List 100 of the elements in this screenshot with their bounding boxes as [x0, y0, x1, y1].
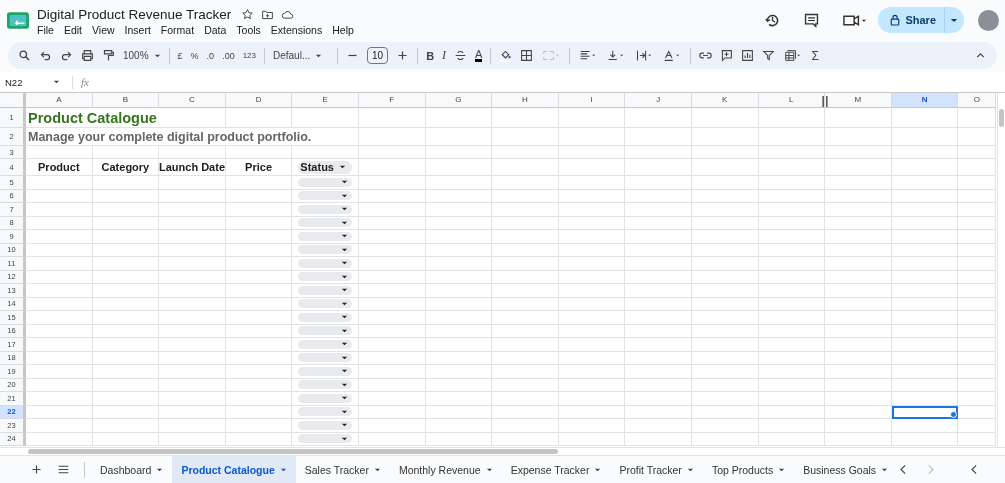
select-all-corner[interactable]	[0, 93, 26, 108]
menu-item[interactable]: Edit	[63, 24, 82, 36]
font-select[interactable]: Defaul...	[273, 50, 329, 61]
grid-cell[interactable]	[758, 216, 826, 230]
grid-cell[interactable]	[425, 405, 493, 419]
grid-cell[interactable]	[225, 243, 293, 257]
grid-cell[interactable]	[625, 108, 692, 128]
grid-cell[interactable]	[159, 243, 226, 257]
grid-cell[interactable]	[825, 176, 892, 190]
grid-cell[interactable]	[758, 297, 826, 311]
grid-cell[interactable]	[625, 392, 692, 406]
grid-cell[interactable]	[225, 351, 293, 365]
grid-cell[interactable]	[159, 189, 226, 203]
grid-cell[interactable]	[558, 270, 626, 284]
status-dropdown-chip[interactable]	[298, 285, 353, 295]
grid-cell[interactable]	[558, 297, 626, 311]
status-dropdown-chip[interactable]	[298, 326, 353, 336]
grid-cell[interactable]	[225, 338, 293, 352]
grid-cell[interactable]	[492, 243, 559, 257]
grid-cell[interactable]	[558, 189, 626, 203]
grid-cell[interactable]	[492, 311, 559, 325]
grid-cell[interactable]	[891, 257, 959, 271]
grid-cell[interactable]	[92, 297, 160, 311]
grid-cell[interactable]	[492, 189, 559, 203]
column-header[interactable]: E	[292, 93, 359, 108]
grid-cell[interactable]	[958, 146, 997, 159]
grid-cell[interactable]	[691, 392, 759, 406]
grid-cell[interactable]	[425, 297, 493, 311]
grid-cell[interactable]	[358, 146, 426, 159]
grid-cell[interactable]	[958, 108, 997, 128]
grid-cell[interactable]	[691, 146, 759, 159]
grid-cell[interactable]	[891, 189, 959, 203]
grid-cell[interactable]	[92, 419, 160, 433]
grid-cell[interactable]	[425, 351, 493, 365]
grid-cell[interactable]	[625, 284, 692, 298]
grid-cell[interactable]	[292, 216, 359, 230]
grid-cell[interactable]	[92, 311, 160, 325]
grid-cell[interactable]	[425, 146, 493, 159]
grid-cell[interactable]	[891, 351, 959, 365]
grid-cell[interactable]	[225, 176, 293, 190]
star-icon[interactable]	[241, 8, 255, 21]
grid-cell[interactable]	[358, 338, 426, 352]
grid-cell[interactable]	[292, 108, 359, 128]
grid-cell[interactable]	[292, 176, 359, 190]
grid-cell[interactable]	[758, 257, 826, 271]
grid-cell[interactable]	[26, 146, 93, 159]
status-dropdown-chip[interactable]	[298, 312, 353, 322]
grid-cell[interactable]	[492, 146, 559, 159]
grid-cell[interactable]	[225, 270, 293, 284]
grid-cell[interactable]	[492, 216, 559, 230]
grid-cell[interactable]	[225, 324, 293, 338]
grid-cell[interactable]	[425, 365, 493, 379]
grid-cell[interactable]	[225, 392, 293, 406]
sheets-logo-icon[interactable]	[7, 11, 29, 29]
grid-cell[interactable]	[292, 311, 359, 325]
search-icon[interactable]	[18, 49, 31, 62]
grid-cell[interactable]	[492, 297, 559, 311]
grid-cell[interactable]	[958, 338, 997, 352]
grid-cell[interactable]	[92, 270, 160, 284]
grid-cell[interactable]	[425, 378, 493, 392]
grid-cell[interactable]	[891, 243, 959, 257]
column-header[interactable]: M	[825, 93, 892, 108]
grid-cell[interactable]	[891, 324, 959, 338]
grid-cell[interactable]	[825, 365, 892, 379]
grid-cell[interactable]	[358, 311, 426, 325]
grid-cell[interactable]	[425, 159, 493, 176]
grid-cell[interactable]	[758, 270, 826, 284]
grid-cell[interactable]	[691, 311, 759, 325]
menu-item[interactable]: Extensions	[270, 24, 323, 36]
grid-cell[interactable]	[758, 324, 826, 338]
grid-cell[interactable]	[159, 432, 226, 446]
grid-cell[interactable]	[92, 203, 160, 217]
grid-cell[interactable]	[26, 284, 93, 298]
sheet-tab[interactable]: Product Catalogue	[172, 456, 296, 483]
grid-cell[interactable]	[625, 365, 692, 379]
grid-cell[interactable]	[958, 378, 997, 392]
grid-cell[interactable]	[625, 378, 692, 392]
grid-cell[interactable]	[691, 128, 759, 146]
grid-cell[interactable]	[958, 257, 997, 271]
grid-cell[interactable]	[26, 297, 93, 311]
grid-cell[interactable]	[358, 392, 426, 406]
menu-item[interactable]: Format	[160, 24, 195, 36]
status-dropdown-chip[interactable]	[298, 339, 353, 349]
user-avatar[interactable]	[978, 9, 999, 31]
comment-icon[interactable]	[803, 11, 821, 29]
grid-cell[interactable]	[159, 203, 226, 217]
paint-format-icon[interactable]	[102, 49, 115, 62]
grid-cell[interactable]	[758, 176, 826, 190]
grid-cell[interactable]	[292, 432, 359, 446]
grid-cell[interactable]	[958, 432, 997, 446]
column-header[interactable]: J	[625, 93, 692, 108]
grid-cell[interactable]	[758, 419, 826, 433]
grid-cell[interactable]	[958, 311, 997, 325]
grid-cell[interactable]	[891, 270, 959, 284]
grid-cell[interactable]	[492, 419, 559, 433]
document-title[interactable]: Digital Product Revenue Tracker	[37, 7, 232, 22]
horizontal-scrollbar-thumb[interactable]	[28, 449, 558, 454]
grid-cell[interactable]	[92, 230, 160, 244]
grid-cell[interactable]	[159, 365, 226, 379]
grid-cell[interactable]	[492, 284, 559, 298]
